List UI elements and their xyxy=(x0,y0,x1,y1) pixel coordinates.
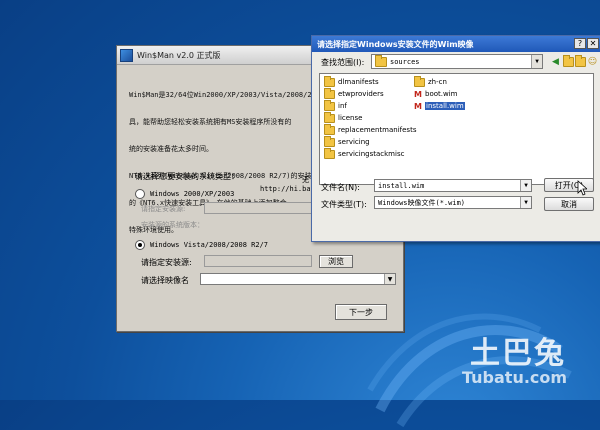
folder-icon xyxy=(375,54,387,67)
radio-nt6-label: Windows Vista/2008/2008 R2/7 xyxy=(150,241,269,249)
lookin-value: sources xyxy=(390,57,420,66)
lookin-select[interactable]: sources ▼ xyxy=(371,54,543,69)
legacy-source-label: 请指定安装源: xyxy=(141,205,186,213)
file-name: dlmanifests xyxy=(338,78,379,86)
folder-icon xyxy=(324,147,335,159)
chevron-down-icon[interactable]: ▼ xyxy=(520,180,531,191)
file-list[interactable]: dlmanifests etwproviders inf license rep… xyxy=(319,73,594,185)
radio-nt6[interactable]: Windows Vista/2008/2008 R2/7 xyxy=(135,240,268,250)
filetype-value: Windows映像文件(*.wim) xyxy=(378,198,466,207)
filename-value: install.wim xyxy=(378,181,425,190)
list-item[interactable]: servicingstackmisc xyxy=(324,147,405,159)
filename-input[interactable]: install.wim ▼ xyxy=(374,179,532,192)
list-item[interactable]: inf xyxy=(324,99,347,111)
filetype-label: 文件类型(T): xyxy=(321,200,367,209)
nt6-source-label: 请指定安装源: xyxy=(141,258,192,267)
browse-button[interactable]: 浏览 xyxy=(319,255,353,268)
radio-nt6-circle[interactable] xyxy=(135,240,145,250)
next-button[interactable]: 下一步 xyxy=(335,304,387,320)
file-name: servicing xyxy=(338,138,370,146)
filename-label: 文件名(N): xyxy=(321,183,360,192)
mouse-cursor-icon xyxy=(577,180,587,196)
file-name: replacementmanifests xyxy=(338,126,417,134)
list-item-selected[interactable]: M install.wim xyxy=(414,101,465,111)
folder-icon xyxy=(324,87,335,99)
list-item[interactable]: dlmanifests xyxy=(324,75,379,87)
close-button[interactable]: ✕ xyxy=(587,38,599,49)
legacy-version-label: 安装源的系统版本： xyxy=(141,221,204,229)
radio-legacy-circle[interactable] xyxy=(135,189,145,199)
file-name: etwproviders xyxy=(338,90,384,98)
folder-icon xyxy=(324,123,335,135)
cancel-button[interactable]: 取消 xyxy=(544,197,594,211)
radio-legacy-label: Windows 2000/XP/2003 xyxy=(150,190,235,198)
select-type-label: 请选择您要安装的系统类型： xyxy=(135,172,239,181)
filetype-select[interactable]: Windows映像文件(*.wim) ▼ xyxy=(374,196,532,209)
file-name: license xyxy=(338,114,363,122)
list-item[interactable]: etwproviders xyxy=(324,87,384,99)
dialog-title: 请选择指定Windows安装文件的Wim映像 xyxy=(317,39,474,49)
author-line: 无 xyxy=(302,176,309,184)
up-folder-icon[interactable] xyxy=(563,54,574,67)
file-name: inf xyxy=(338,102,347,110)
app-icon xyxy=(120,48,133,62)
file-name: boot.wim xyxy=(425,90,458,98)
file-name: servicingstackmisc xyxy=(338,150,405,158)
chevron-down-icon[interactable]: ▼ xyxy=(531,55,542,68)
radio-legacy[interactable]: Windows 2000/XP/2003 xyxy=(135,189,234,199)
list-item[interactable]: replacementmanifests xyxy=(324,123,417,135)
folder-icon xyxy=(414,75,425,87)
lookin-label: 查找范围(I): xyxy=(321,58,365,67)
list-item[interactable]: license xyxy=(324,111,363,123)
chevron-down-icon[interactable]: ▼ xyxy=(384,274,395,284)
folder-icon xyxy=(324,111,335,123)
help-button[interactable]: ? xyxy=(574,38,586,49)
winman-title: Win$Man v2.0 正式版 xyxy=(137,50,221,60)
file-open-dialog: 请选择指定Windows安装文件的Wim映像 ? ✕ 查找范围(I): sour… xyxy=(311,35,600,242)
watermark-logo: 土巴兔 xyxy=(470,336,566,371)
dialog-titlebar[interactable]: 请选择指定Windows安装文件的Wim映像 ? ✕ xyxy=(312,36,600,52)
new-folder-icon[interactable] xyxy=(575,54,586,67)
wim-file-icon: M xyxy=(414,101,422,111)
file-name: install.wim xyxy=(425,102,465,110)
image-name-label: 请选择映像名 xyxy=(141,276,189,285)
list-item[interactable]: M boot.wim xyxy=(414,89,457,99)
nt6-source-input[interactable] xyxy=(204,255,312,267)
view-menu-icon[interactable]: ☺ xyxy=(587,56,598,67)
watermark-site: Tubatu.com xyxy=(462,368,568,387)
wim-file-icon: M xyxy=(414,89,422,99)
list-item[interactable]: zh-cn xyxy=(414,75,447,87)
back-icon[interactable]: ◀ xyxy=(550,56,561,67)
author-url: http://hi.bai xyxy=(260,185,315,193)
file-name: zh-cn xyxy=(428,78,447,86)
folder-icon xyxy=(324,99,335,111)
image-name-select[interactable]: ▼ xyxy=(200,273,396,285)
folder-icon xyxy=(324,75,335,87)
chevron-down-icon[interactable]: ▼ xyxy=(520,197,531,208)
folder-icon xyxy=(324,135,335,147)
list-item[interactable]: servicing xyxy=(324,135,370,147)
